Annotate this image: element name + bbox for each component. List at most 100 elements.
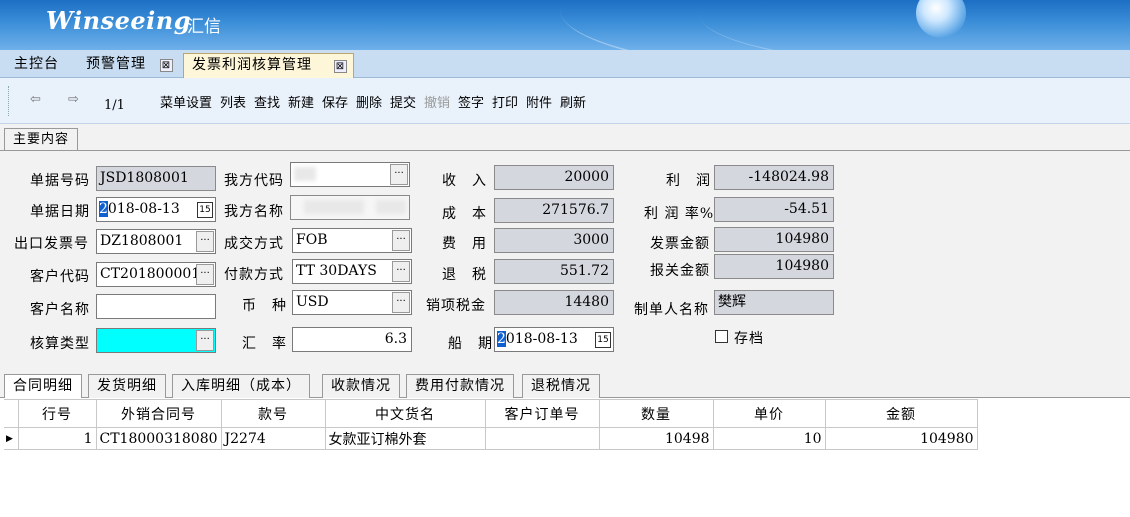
invoice-amount-field[interactable]: 104980 [714,227,834,252]
redacted-value [304,200,364,214]
calendar-icon[interactable]: 15 [595,332,611,348]
submit-button[interactable]: 提交 [390,92,416,111]
amount-cell[interactable]: 104980 [824,427,978,450]
deal-method-value: FOB [296,232,328,248]
expense-field[interactable]: 3000 [494,228,614,253]
redacted-value [376,200,406,214]
unit-price-cell[interactable]: 10 [712,427,826,450]
export-invoice-field[interactable]: DZ1808001 ··· [96,229,216,254]
menu-settings-button[interactable]: 菜单设置 [160,92,212,111]
doc-no-label: 单据号码 [30,173,90,189]
income-label: 收 入 [442,173,487,189]
currency-field[interactable]: USD ··· [292,290,412,315]
payment-method-field[interactable]: TT 30DAYS ··· [292,259,412,284]
tab-inbound-details[interactable]: 入库明细（成本） [172,374,310,398]
lookup-ellipsis-icon[interactable]: ··· [196,264,214,285]
tax-refund-field[interactable]: 551.72 [494,259,614,284]
tab-label: 发票利润核算管理 [192,57,312,73]
tab-receipts[interactable]: 收款情况 [322,374,400,398]
our-name-field[interactable] [290,195,410,220]
column-header[interactable]: 中文货名 [324,399,486,428]
product-name-cell[interactable]: 女款亚订棉外套 [324,427,486,450]
lookup-ellipsis-icon[interactable]: ··· [392,230,410,251]
calc-type-label: 核算类型 [30,336,90,352]
column-header[interactable]: 行号 [17,399,97,428]
cost-field[interactable]: 271576.7 [494,198,614,223]
tab-invoice-profit[interactable]: 发票利润核算管理 ⊠ [183,53,354,78]
invoice-amount-label: 发票金额 [650,236,710,252]
contract-no-cell[interactable]: CT18000318080 [95,427,222,450]
find-button[interactable]: 查找 [254,92,280,111]
print-button[interactable]: 打印 [492,92,518,111]
customer-name-field[interactable] [96,294,216,319]
column-header[interactable]: 金额 [824,399,978,428]
ship-date-label: 船 期 [448,336,493,352]
previous-arrow-icon[interactable]: ⇦ [30,92,41,107]
text-cursor: 2 [497,331,506,347]
line-no-cell[interactable]: 1 [17,427,97,450]
column-header[interactable]: 单价 [712,399,826,428]
customs-amount-field[interactable]: 104980 [714,254,834,279]
column-header[interactable]: 外销合同号 [95,399,222,428]
doc-date-value: 018-08-13 [107,201,180,217]
column-header[interactable]: 款号 [220,399,326,428]
deal-method-field[interactable]: FOB ··· [292,228,412,253]
deal-method-label: 成交方式 [224,236,284,252]
toolbar-grip[interactable] [8,86,11,116]
new-button[interactable]: 新建 [288,92,314,111]
tab-tax-refund[interactable]: 退税情况 [522,374,600,398]
style-no-cell[interactable]: J2274 [220,427,326,450]
ship-date-field[interactable]: 2018-08-13 15 [494,327,614,352]
lookup-ellipsis-icon[interactable]: ··· [390,164,408,185]
archive-checkbox[interactable] [715,330,728,343]
creator-name-field[interactable]: 樊辉 [714,290,834,315]
refresh-button[interactable]: 刷新 [560,92,586,111]
quantity-cell[interactable]: 10498 [598,427,714,450]
column-header[interactable]: 数量 [598,399,714,428]
exchange-rate-field[interactable]: 6.3 [292,327,412,352]
table-row[interactable]: ▶ 1 CT18000318080 J2274 女款亚订棉外套 10498 10… [4,427,978,450]
close-tab-icon[interactable]: ⊠ [160,59,173,72]
tab-alerts[interactable]: 预警管理 ⊠ [72,53,182,78]
text-cursor: 2 [99,201,108,217]
customer-po-cell[interactable] [484,427,600,450]
revoke-button[interactable]: 撤销 [424,92,450,111]
save-button[interactable]: 保存 [322,92,348,111]
currency-value: USD [296,294,329,310]
our-code-field[interactable]: ··· [290,162,410,187]
export-invoice-value: DZ1808001 [100,233,184,249]
archive-label: 存档 [734,331,764,347]
tab-console[interactable]: 主控台 [0,53,72,78]
exchange-rate-label: 汇 率 [242,336,287,352]
income-field[interactable]: 20000 [494,165,614,190]
tab-shipment-details[interactable]: 发货明细 [88,374,166,398]
doc-no-field[interactable]: JSD1808001 [96,166,216,191]
lookup-ellipsis-icon[interactable]: ··· [392,292,410,313]
grid-header-row: 行号 外销合同号 款号 中文货名 客户订单号 数量 单价 金额 [4,399,978,428]
profit-rate-field[interactable]: -54.51 [714,197,834,222]
attachment-button[interactable]: 附件 [526,92,552,111]
lookup-ellipsis-icon[interactable]: ··· [196,330,214,351]
output-tax-label: 销项税金 [426,298,486,314]
app-logo-cn: 汇信 [187,17,221,37]
delete-button[interactable]: 删除 [356,92,382,111]
profit-field[interactable]: -148024.98 [714,165,834,190]
lookup-ellipsis-icon[interactable]: ··· [196,231,214,252]
doc-date-field[interactable]: 2018-08-13 15 [96,197,216,222]
close-tab-icon[interactable]: ⊠ [334,60,347,73]
tab-contract-details[interactable]: 合同明细 [4,374,82,398]
sign-button[interactable]: 签字 [458,92,484,111]
customs-amount-label: 报关金额 [650,263,710,279]
currency-label: 币 种 [242,298,287,314]
tab-expense-payments[interactable]: 费用付款情况 [406,374,514,398]
customer-code-field[interactable]: CT201800001 ··· [96,262,216,287]
column-header[interactable]: 客户订单号 [484,399,600,428]
calendar-icon[interactable]: 15 [197,202,213,218]
output-tax-field[interactable]: 14480 [494,290,614,315]
calc-type-field[interactable]: ··· [96,328,216,353]
customer-code-value: CT201800001 [100,266,201,282]
lookup-ellipsis-icon[interactable]: ··· [392,261,410,282]
list-button[interactable]: 列表 [220,92,246,111]
next-arrow-icon[interactable]: ⇨ [68,92,79,107]
tab-main-content[interactable]: 主要内容 [4,128,79,151]
